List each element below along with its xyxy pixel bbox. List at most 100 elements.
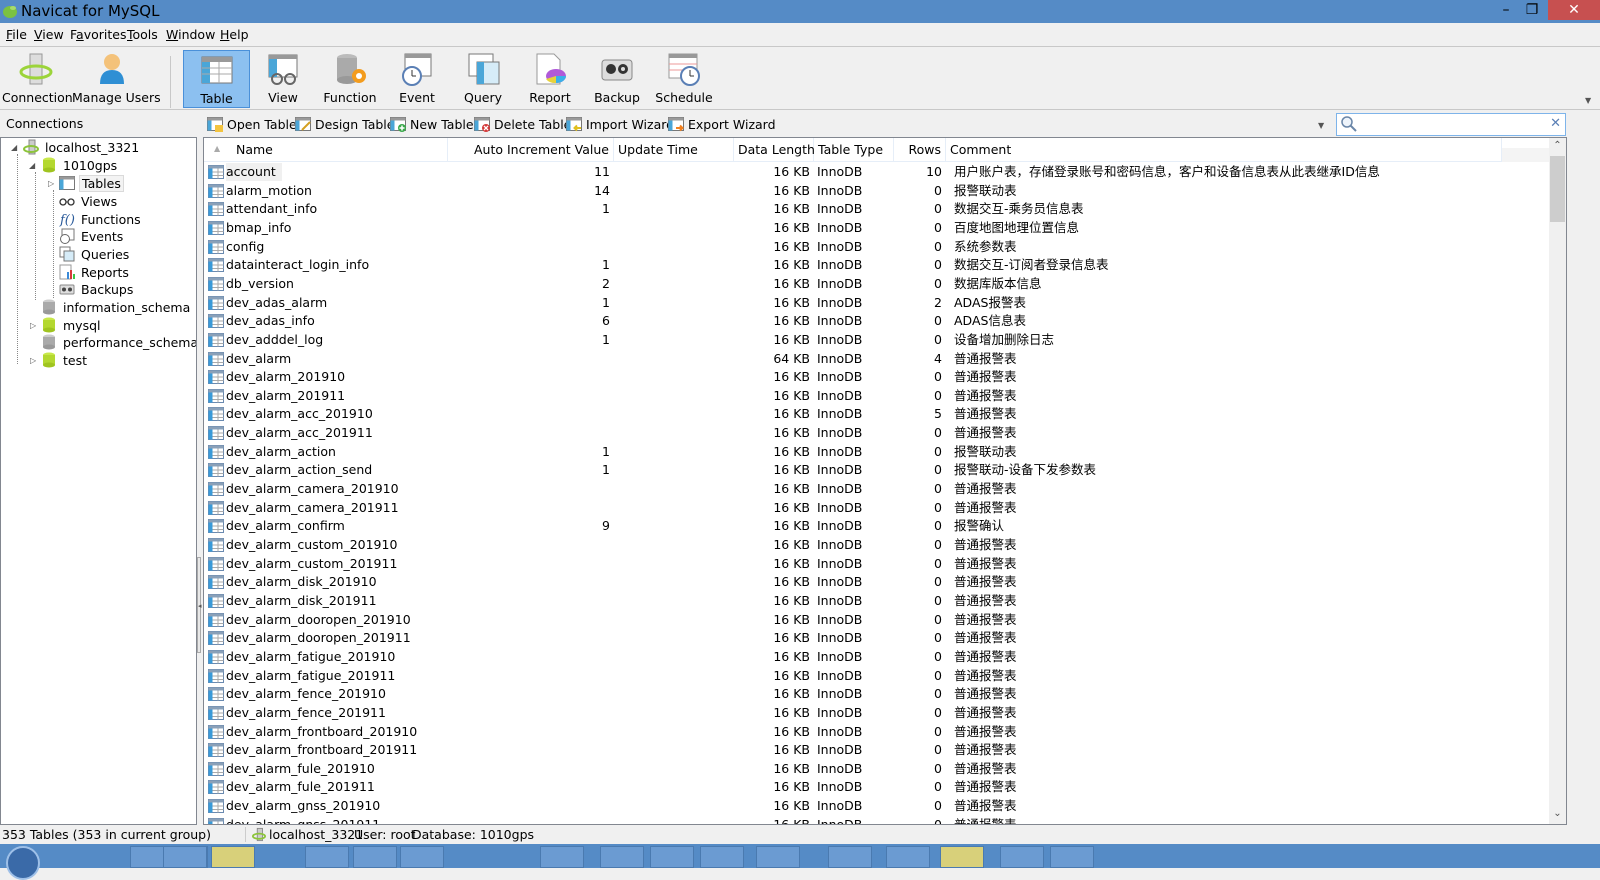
design-table-button[interactable]: Design Table (295, 115, 394, 133)
import-wizard-button[interactable]: Import Wizard (566, 115, 674, 133)
event-button[interactable]: Event (388, 50, 446, 108)
table-row[interactable]: dev_alarm_dooropen_201911 16 KB InnoDB 0 普通报… (204, 629, 1549, 648)
menu-window[interactable]: Window (166, 27, 215, 42)
taskbar-app[interactable] (650, 846, 694, 868)
maximize-button[interactable]: ❐ (1518, 0, 1546, 20)
delete-table-button[interactable]: Delete Table (474, 115, 571, 133)
table-row[interactable]: dev_adas_info 6 16 KB InnoDB 0 ADAS信息表 (204, 312, 1549, 331)
column-header-auto-increment[interactable]: Auto Increment Value (448, 138, 614, 162)
scroll-up-icon[interactable]: ⌃ (1549, 140, 1566, 154)
tree-tables[interactable]: Tables (59, 174, 124, 192)
menu-tools[interactable]: Tools (127, 27, 158, 42)
taskbar-app-navicat[interactable] (211, 846, 255, 868)
table-row[interactable]: dev_alarm_camera_201910 16 KB InnoDB 0 普通报警表 (204, 480, 1549, 499)
vertical-scrollbar[interactable]: ⌃ ⌄ (1549, 138, 1566, 824)
taskbar-app[interactable] (940, 846, 984, 868)
table-row[interactable]: account 11 16 KB InnoDB 10 用户账户表，存储登录账号和密码信息，… (204, 163, 1549, 182)
table-button[interactable]: Table (183, 50, 250, 108)
table-row[interactable]: dev_alarm_camera_201911 16 KB InnoDB 0 普通报警表 (204, 499, 1549, 518)
table-row[interactable]: dev_alarm_action 1 16 KB InnoDB 0 报警联动表 (204, 443, 1549, 462)
taskbar-app[interactable] (1000, 846, 1044, 868)
close-button[interactable]: ✕ (1548, 0, 1600, 20)
toolbar-overflow-icon[interactable]: ▼ (1585, 96, 1591, 105)
column-header-name[interactable]: Name (232, 138, 448, 162)
table-row[interactable]: dev_alarm_disk_201911 16 KB InnoDB 0 普通报警表 (204, 592, 1549, 611)
new-table-button[interactable]: New Table (390, 115, 474, 133)
table-row[interactable]: dev_adas_alarm 1 16 KB InnoDB 2 ADAS报警表 (204, 294, 1549, 313)
minimize-button[interactable]: – (1492, 0, 1520, 20)
taskbar-app[interactable] (163, 846, 207, 868)
table-row[interactable]: dev_adddel_log 1 16 KB InnoDB 0 设备增加删除日志 (204, 331, 1549, 350)
expand-database-icon[interactable]: ◢ (29, 161, 35, 170)
tree-connection[interactable]: localhost_3321 (23, 138, 141, 156)
table-row[interactable]: datainteract_login_info 1 16 KB InnoDB 0 数据交互… (204, 256, 1549, 275)
start-button[interactable] (6, 846, 40, 880)
table-row[interactable]: dev_alarm_201911 16 KB InnoDB 0 普通报警表 (204, 387, 1549, 406)
table-row[interactable]: dev_alarm_201910 16 KB InnoDB 0 普通报警表 (204, 368, 1549, 387)
column-header-rows[interactable]: Rows (894, 138, 946, 162)
tree-database-test[interactable]: test (41, 351, 89, 369)
schedule-button[interactable]: Schedule (652, 50, 716, 108)
menu-view[interactable]: View (34, 27, 64, 42)
table-row[interactable]: dev_alarm 64 KB InnoDB 4 普通报警表 (204, 350, 1549, 369)
object-toolbar-overflow-icon[interactable]: ▼ (1318, 121, 1324, 130)
taskbar-app[interactable] (700, 846, 744, 868)
table-row[interactable]: dev_alarm_frontboard_201911 16 KB InnoDB 0 普… (204, 741, 1549, 760)
table-row[interactable]: dev_alarm_acc_201911 16 KB InnoDB 0 普通报警表 (204, 424, 1549, 443)
function-button[interactable]: Function (318, 50, 382, 108)
tree-database-information-schema[interactable]: information_schema (41, 298, 192, 316)
table-row[interactable]: dev_alarm_gnss_201910 16 KB InnoDB 0 普通报警表 (204, 797, 1549, 816)
tree-views[interactable]: Views (59, 192, 119, 210)
table-row[interactable]: dev_alarm_fence_201911 16 KB InnoDB 0 普通报警表 (204, 704, 1549, 723)
table-row[interactable]: dev_alarm_fence_201910 16 KB InnoDB 0 普通报警表 (204, 685, 1549, 704)
table-row[interactable]: dev_alarm_custom_201911 16 KB InnoDB 0 普通报警表 (204, 555, 1549, 574)
menu-file[interactable]: File (6, 27, 27, 42)
tree-database-performance-schema[interactable]: performance_schema (41, 333, 196, 351)
table-row[interactable]: dev_alarm_fatigue_201911 16 KB InnoDB 0 普通报警… (204, 667, 1549, 686)
taskbar-app[interactable] (305, 846, 349, 868)
collapse-panel-handle[interactable]: ◂ (197, 557, 202, 653)
table-row[interactable]: dev_alarm_fatigue_201910 16 KB InnoDB 0 普通报警… (204, 648, 1549, 667)
table-row[interactable]: db_version 2 16 KB InnoDB 0 数据库版本信息 (204, 275, 1549, 294)
menu-help[interactable]: Help (220, 27, 249, 42)
search-field[interactable]: ✕ (1336, 113, 1566, 136)
expand-test-icon[interactable]: ▷ (30, 356, 36, 365)
expand-connection-icon[interactable]: ◢ (11, 143, 17, 152)
taskbar-app[interactable] (400, 846, 444, 868)
table-row[interactable]: dev_alarm_acc_201910 16 KB InnoDB 5 普通报警表 (204, 405, 1549, 424)
table-row[interactable]: dev_alarm_confirm 9 16 KB InnoDB 0 报警确认 (204, 517, 1549, 536)
menu-favorites[interactable]: Favorites (70, 27, 126, 42)
table-row[interactable]: dev_alarm_action_send 1 16 KB InnoDB 0 报警联动-设… (204, 461, 1549, 480)
table-row[interactable]: dev_alarm_disk_201910 16 KB InnoDB 0 普通报警表 (204, 573, 1549, 592)
table-row[interactable]: dev_alarm_fule_201910 16 KB InnoDB 0 普通报警表 (204, 760, 1549, 779)
taskbar-app[interactable] (1050, 846, 1094, 868)
taskbar-app[interactable] (756, 846, 800, 868)
table-row[interactable]: attendant_info 1 16 KB InnoDB 0 数据交互-乘务员信息表 (204, 200, 1549, 219)
tree-reports[interactable]: Reports (59, 263, 131, 281)
table-row[interactable]: dev_alarm_fule_201911 16 KB InnoDB 0 普通报警表 (204, 778, 1549, 797)
expand-mysql-icon[interactable]: ▷ (30, 321, 36, 330)
table-row[interactable]: dev_alarm_custom_201910 16 KB InnoDB 0 普通报警表 (204, 536, 1549, 555)
tree-functions[interactable]: f() Functions (59, 210, 143, 228)
table-row[interactable]: alarm_motion 14 16 KB InnoDB 0 报警联动表 (204, 182, 1549, 201)
column-header-comment[interactable]: Comment (946, 138, 1502, 162)
taskbar-app[interactable] (600, 846, 644, 868)
taskbar-app[interactable] (353, 846, 397, 868)
table-row[interactable]: dev_alarm_dooropen_201910 16 KB InnoDB 0 普通报… (204, 611, 1549, 630)
taskbar-app[interactable] (540, 846, 584, 868)
column-header-update-time[interactable]: Update Time (614, 138, 734, 162)
manage-users-button[interactable]: Manage Users (72, 50, 161, 108)
query-button[interactable]: Query (454, 50, 512, 108)
scroll-down-icon[interactable]: ⌄ (1549, 808, 1566, 822)
export-wizard-button[interactable]: Export Wizard (668, 115, 776, 133)
connection-button[interactable]: Connection (2, 50, 73, 108)
table-row[interactable]: dev_alarm_gnss_201911 16 KB InnoDB 0 普通报警表 (204, 816, 1549, 824)
backup-button[interactable]: Backup (586, 50, 648, 108)
scroll-thumb[interactable] (1550, 156, 1565, 222)
report-button[interactable]: Report (520, 50, 580, 108)
taskbar-app[interactable] (886, 846, 930, 868)
table-row[interactable]: bmap_info 16 KB InnoDB 0 百度地图地理位置信息 (204, 219, 1549, 238)
tree-events[interactable]: Events (59, 227, 125, 245)
tree-backups[interactable]: Backups (59, 280, 135, 298)
column-header-table-type[interactable]: Table Type (814, 138, 894, 162)
